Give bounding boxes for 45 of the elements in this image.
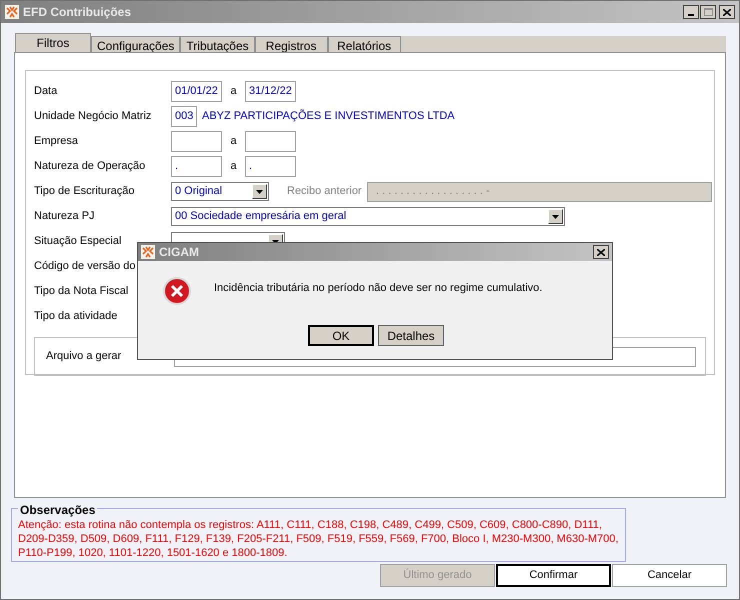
dialog-button[interactable]: OK xyxy=(308,325,374,346)
field-label: Tipo de Escrituração xyxy=(34,184,136,200)
range-separator: a xyxy=(229,84,238,100)
field-label: Arquivo a gerar xyxy=(46,349,122,364)
to-field[interactable]: 31/12/22 xyxy=(245,81,296,102)
app-icon xyxy=(5,5,19,19)
to-field[interactable] xyxy=(245,131,296,152)
dialog-button[interactable]: Detalhes xyxy=(378,325,444,346)
tab[interactable]: Tributações xyxy=(180,36,255,52)
action-button[interactable]: Confirmar xyxy=(496,564,611,587)
error-icon xyxy=(162,276,192,306)
to-field[interactable]: . xyxy=(245,156,296,177)
close-icon[interactable] xyxy=(593,245,609,259)
field-label: Empresa xyxy=(34,134,80,150)
code-field[interactable]: 003 xyxy=(171,106,197,127)
field-label: Natureza PJ xyxy=(34,209,96,224)
maximize-icon[interactable] xyxy=(700,5,716,19)
close-icon[interactable] xyxy=(719,5,735,19)
dropdown[interactable]: 0 Original xyxy=(171,182,269,201)
tab[interactable]: Configurações xyxy=(91,36,180,52)
action-button[interactable]: Cancelar xyxy=(612,564,727,587)
tab[interactable]: Relatórios xyxy=(328,36,401,52)
field-label: Unidade Negócio Matriz xyxy=(34,109,152,124)
field-label: Código de versão do xyxy=(34,259,137,274)
observation-text: Atenção: esta rotina não contempla os registros: A111, C111, C188, C198, C489, C499, C509, C609, C800-C890, D111, D209-D359, D509, D609, F111, F129, F139, F205-F211, F509, F519, F559, F569, F700, Bloco I, M230-M300, M630-M700, P110-P199, 1020, 1101-1220, 1501-1620 e 1800-1809. xyxy=(18,518,619,560)
from-field[interactable]: . xyxy=(171,156,222,177)
field-label: Recibo anterior xyxy=(287,184,363,200)
range-separator: a xyxy=(229,134,238,150)
tab[interactable]: Registros xyxy=(254,36,328,52)
from-field[interactable]: 01/01/22 xyxy=(171,81,222,102)
app-icon xyxy=(141,245,155,259)
field-label: Natureza de Operação xyxy=(34,159,146,174)
field-label: Tipo da atividade xyxy=(34,309,118,324)
unit-name: ABYZ PARTICIPAÇÕES E INVESTIMENTOS LTDA xyxy=(202,108,455,124)
minimize-icon[interactable] xyxy=(683,5,699,19)
dropdown[interactable]: 00 Sociedade empresária em geral xyxy=(171,207,565,226)
field-label: Situação Especial xyxy=(34,234,122,250)
field-label: Data xyxy=(34,84,58,100)
from-field[interactable] xyxy=(171,131,222,152)
error-message: Incidência tributária no período não deve ser no regime cumulativo. xyxy=(214,281,542,296)
tab[interactable]: Filtros xyxy=(15,33,91,52)
window-title: EFD Contribuições xyxy=(23,4,132,21)
dialog-title: CIGAM xyxy=(159,244,199,261)
field-label: Tipo da Nota Fiscal xyxy=(34,284,130,300)
range-separator: a xyxy=(229,159,238,174)
